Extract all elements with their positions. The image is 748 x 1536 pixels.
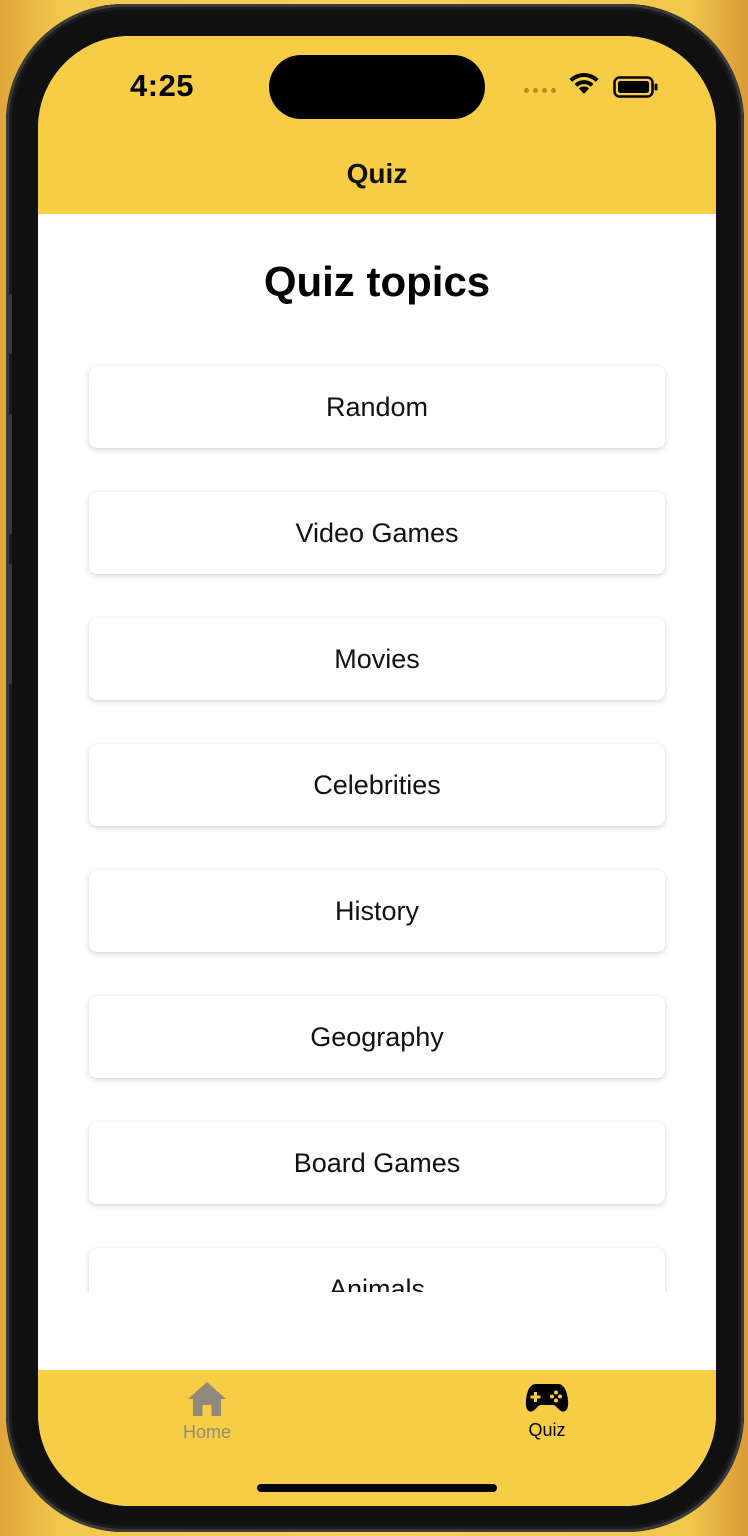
gamepad-icon <box>525 1384 569 1412</box>
tab-home[interactable]: Home <box>147 1380 267 1460</box>
tab-home-label: Home <box>182 1422 231 1442</box>
home-icon <box>188 1382 226 1416</box>
home-indicator <box>257 1484 497 1492</box>
topic-button-board-games[interactable]: Board Games <box>89 1122 665 1204</box>
nav-title: Quiz <box>346 158 408 189</box>
topic-button-geography[interactable]: Geography <box>89 996 665 1078</box>
status-time: 4:25 <box>130 68 195 103</box>
volume-up-button <box>6 414 12 534</box>
topic-button-random[interactable]: Random <box>89 366 665 448</box>
volume-down-button <box>6 564 12 684</box>
topic-button-history[interactable]: History <box>89 870 665 952</box>
dynamic-island <box>269 55 485 119</box>
topic-button-animals[interactable]: Animals <box>89 1248 665 1292</box>
topic-button-movies[interactable]: Movies <box>89 618 665 700</box>
app-header: 4:25 Quiz <box>38 36 716 214</box>
tab-quiz-label: Quiz <box>528 1420 566 1440</box>
topic-button-celebrities[interactable]: Celebrities <box>89 744 665 826</box>
phone-screen: 4:25 Quiz Quiz topics Random Video Games… <box>38 36 716 1506</box>
wifi-icon <box>569 72 599 94</box>
page-title: Quiz topics <box>263 258 491 305</box>
topic-button-video-games[interactable]: Video Games <box>89 492 665 574</box>
tab-quiz[interactable]: Quiz <box>487 1380 607 1460</box>
cellular-signal-icon <box>524 88 556 93</box>
battery-icon <box>613 76 658 98</box>
quiz-topics-scroll-view[interactable]: Quiz topics Random Video Games Movies Ce… <box>38 214 716 1292</box>
mute-switch <box>6 294 12 354</box>
